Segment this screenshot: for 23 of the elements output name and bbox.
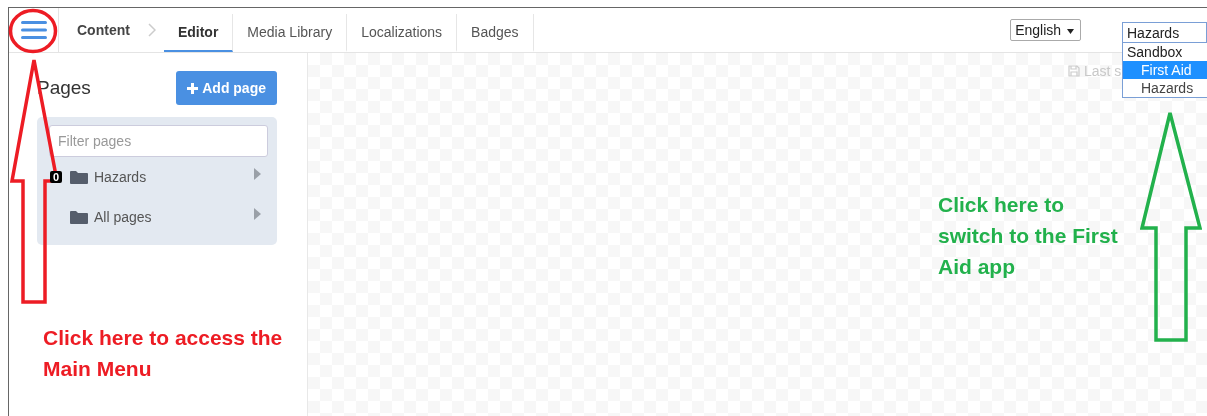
nav-tab[interactable]: Localizations [347, 14, 458, 52]
caret-icon[interactable] [254, 208, 261, 220]
dropdown-option[interactable]: Hazards [1123, 79, 1207, 97]
annotation-text: Click here to switch to the First Aid app [938, 192, 1119, 280]
filter-field[interactable]: Filter pages [49, 125, 268, 157]
language-select[interactable]: English [1010, 19, 1081, 41]
folder-icon [70, 170, 88, 184]
caret-icon [1067, 28, 1074, 34]
chevron-icon [147, 23, 156, 37]
breadcrumb-link[interactable]: Content [59, 8, 140, 52]
folder-item[interactable]: All pages [70, 209, 254, 225]
nav-tab[interactable]: Media Library [233, 14, 348, 52]
plus-icon [187, 82, 199, 94]
folder-icon [70, 210, 88, 224]
option-group-label: Sandbox [1126, 43, 1184, 61]
count-badge: 0 [49, 171, 62, 183]
nav-tab[interactable]: Editor [163, 14, 234, 52]
caret-icon[interactable] [254, 168, 261, 180]
nav-tab[interactable]: Badges [457, 14, 534, 52]
folder-item[interactable]: Hazards [70, 169, 254, 185]
highlight-circle [8, 8, 58, 54]
annotation-text: Click here to access the Main Menu [43, 325, 284, 382]
save-icon [1068, 65, 1080, 77]
